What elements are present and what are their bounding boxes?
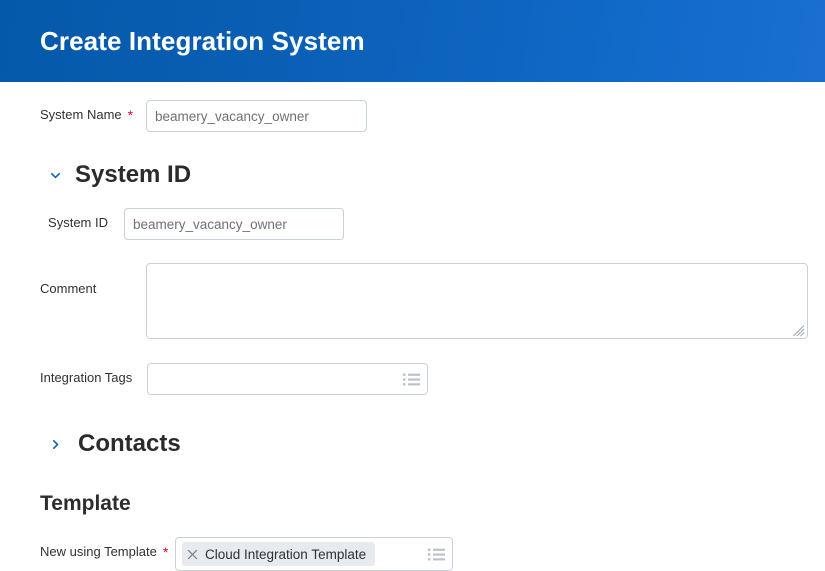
field-row-new-using-template: New using Template * Cloud Integration Te… <box>0 537 825 571</box>
page-title: Create Integration System <box>40 26 365 56</box>
integration-tags-label-text: Integration Tags <box>40 370 133 385</box>
comment-label: Comment <box>40 263 135 297</box>
section-header-system-id[interactable]: System ID <box>0 163 825 187</box>
system-id-input[interactable]: beamery_vacancy_owner <box>124 208 344 240</box>
selected-template-chip-label: Cloud Integration Template <box>205 546 367 562</box>
system-name-required-asterisk: * <box>127 107 134 123</box>
section-header-template: Template <box>0 493 825 515</box>
system-name-label: System Name * <box>40 100 134 123</box>
field-row-system-name: System Name * beamery_vacancy_owner <box>0 100 825 132</box>
comment-textarea-value <box>147 264 807 274</box>
section-header-contacts[interactable]: Contacts <box>0 432 825 456</box>
new-using-template-label: New using Template * <box>40 537 169 560</box>
selected-template-chip: Cloud Integration Template <box>182 542 376 566</box>
system-id-input-value: beamery_vacancy_owner <box>133 216 287 232</box>
list-prompt-icon[interactable] <box>403 372 420 387</box>
system-name-input-value: beamery_vacancy_owner <box>155 108 309 124</box>
chevron-right-icon[interactable] <box>44 438 66 451</box>
close-icon[interactable] <box>187 549 198 560</box>
form-body: System Name * beamery_vacancy_owner Syste… <box>0 100 825 571</box>
section-title-template: Template <box>40 492 131 515</box>
field-row-integration-tags: Integration Tags <box>0 363 825 395</box>
system-id-label-text: System ID <box>48 215 108 230</box>
field-row-system-id: System ID beamery_vacancy_owner <box>0 208 825 240</box>
system-name-label-text: System Name <box>40 107 122 122</box>
comment-label-text: Comment <box>40 281 97 296</box>
integration-tags-select[interactable] <box>147 363 428 395</box>
new-using-template-required-asterisk: * <box>162 544 169 560</box>
new-using-template-select[interactable]: Cloud Integration Template <box>175 537 453 571</box>
new-using-template-label-text: New using Template <box>40 544 157 559</box>
page-header: Create Integration System <box>0 0 825 82</box>
textarea-resize-handle[interactable] <box>793 324 805 337</box>
system-id-label: System ID <box>40 208 108 231</box>
chevron-down-icon[interactable] <box>44 169 66 182</box>
section-title-contacts: Contacts <box>78 430 181 457</box>
system-name-input[interactable]: beamery_vacancy_owner <box>146 100 367 132</box>
section-title-system-id: System ID <box>75 161 192 188</box>
integration-tags-label: Integration Tags <box>40 363 136 386</box>
list-prompt-icon[interactable] <box>428 547 445 562</box>
field-row-comment: Comment <box>0 263 825 339</box>
comment-textarea[interactable] <box>146 263 808 339</box>
